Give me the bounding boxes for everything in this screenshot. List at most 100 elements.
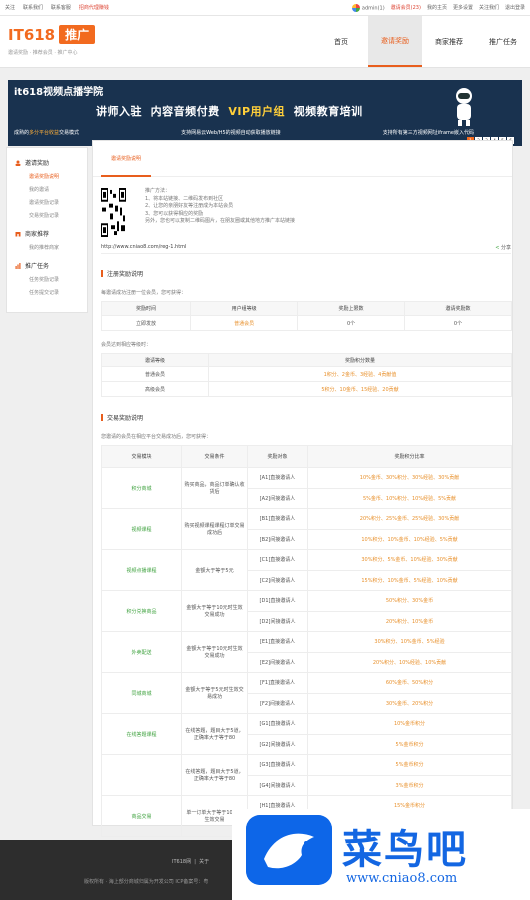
bird-logo-icon [246,815,332,885]
reward-target: [E2]间接邀请人 [247,651,308,673]
reward-target: [B2]间接邀请人 [247,528,308,550]
table-row: 高级会员 5积分、10金币、15经验、20贡献 [101,381,512,397]
table-cell: 普通会员 [190,315,299,331]
table-row: 视频课程 购买视频课程课程订单交易成功后 [B1]直接邀请人 20%积分、25%金币、… [101,508,512,550]
promo-banner[interactable]: it618视频点播学院 讲师入驻 内容音频付费 VIP用户组 视频教育培训 成熟… [8,80,522,146]
trade-module: 积分商城 [101,467,182,509]
intro-line: 另外，您也可以复制二维码图片，在朋友圈或其他地方推广本站链接 [145,218,296,224]
table-row: 视频点播课程 金额大于等于5元 [C1]直接邀请人 30%积分、5%金币、10%经验、… [101,549,512,591]
banner-slogan-3: VIP用户组 [228,105,286,118]
sidebar-item-task-submits[interactable]: 任务提交记录 [7,289,87,296]
main-panel: 邀请奖励说明 推广方法： 1、将本站链接、二维码发布到社区 2、让您的亲朋好友等… [92,140,513,837]
trade-condition: 购买视频课程课程订单交易成功后 [181,508,248,550]
table-header: 奖励上限数 [297,301,406,316]
user-menu[interactable]: admin(1) [351,3,385,12]
table-cell: 0个 [404,315,512,331]
top-link-agent[interactable]: 招商代理赚钱 [79,5,109,11]
banner-feature-2: 支持网易云Web/H5的视频自动获取播放链接 [181,130,281,136]
trade-reward-table: 交易模块 交易条件 奖励对象 奖励积分比率 积分商城 购买商品，商品订单确认收货后 [A1… [101,445,512,837]
nav-tasks[interactable]: 推广任务 [476,16,530,67]
share-button[interactable]: < 分享 [495,244,511,253]
top-link-service[interactable]: 联系客服 [51,5,71,11]
nav-home[interactable]: 首页 [314,16,368,67]
reward-rate: 60%金币、50%积分 [307,672,512,694]
share-label: 分享 [500,245,511,251]
section-desc: 您邀请的会员在相应平台交易成功后，您可获得： [101,434,212,440]
reward-rate: 10%金币、30%积分、30%经验、30%贡献 [307,467,512,489]
section-marker [101,414,103,421]
trade-module: 视频课程 [101,508,182,550]
top-link-home[interactable]: 我的主页 [427,4,447,11]
sidebar-group-invite: 邀请奖励 [7,158,87,167]
top-link-settings[interactable]: 更多设置 [453,4,473,11]
table-header: 邀请奖励数 [404,301,512,316]
banner-feature-1: 成熟的多分平台收益交易模式 [14,129,79,136]
logo[interactable]: IT618 推广 邀请奖励 · 推荐会员 · 推广中心 [0,16,96,67]
trade-condition: 购买商品，商品订单确认收货后 [181,467,248,509]
top-link-invite[interactable]: 邀请会员(23) [391,4,421,11]
invite-link[interactable]: http://www.cniao8.com/reg-1.html [101,244,186,253]
reward-target: [D2]间接邀请人 [247,610,308,632]
share-icon: < [495,245,500,251]
trade-module [101,754,182,796]
top-left-links: 关注 联系我们 联系客服 招商代理赚钱 [5,4,115,11]
table-header: 奖励积分数量 [208,353,512,367]
table-header: 奖励时间 [100,301,192,316]
trade-module: 积分兑换商品 [101,590,182,632]
table-cell: 0个 [297,315,406,331]
table-row: 在线答题课程 在线答题，题目大于5道，正确率大于等于80 [G1]直接邀请人 10%金… [101,713,512,755]
sidebar: 邀请奖励 邀请奖励说明 我的邀请 邀请奖励记录 交易奖励记录 商家推荐 我的推荐… [6,147,88,313]
nav-invite[interactable]: 邀请奖励 [368,16,422,67]
reward-rate: 50%积分、30%金币 [307,590,512,612]
sidebar-item-invite-desc[interactable]: 邀请奖励说明 [7,173,87,180]
trade-condition: 金额大于等于10元时生效交易成功 [181,631,248,673]
top-link-follow-us[interactable]: 关注我们 [479,4,499,11]
intro-line: 3、您可以获得相应的奖励 [145,210,204,217]
section-title-text: 注册奖励说明 [107,271,144,278]
sidebar-item-my-invites[interactable]: 我的邀请 [7,186,87,193]
sidebar-group-label: 邀请奖励 [25,160,50,167]
reward-rate: 10%金币积分 [307,713,512,735]
sidebar-item-trade-records[interactable]: 交易奖励记录 [7,212,87,219]
section-desc: 会员达到相应等级时： [101,342,152,348]
table-header-row: 交易模块 交易条件 奖励对象 奖励积分比率 [101,445,512,468]
section-marker [101,270,103,277]
reward-rate: 20%积分、10%经验、10%贡献 [307,651,512,673]
register-reward-table: 奖励时间 用户组等级 奖励上限数 邀请奖励数 立即发放 普通会员 0个 0个 [100,301,512,331]
nav-merchant[interactable]: 商家推荐 [422,16,476,67]
tab-invite-desc[interactable]: 邀请奖励说明 [101,141,151,177]
footer-link-site[interactable]: IT618网 [172,859,191,865]
reward-rate: 30%积分、10%金币、5%经验 [307,631,512,653]
sidebar-item-task-rewards[interactable]: 任务奖励记录 [7,276,87,283]
astronaut-icon [456,88,472,126]
footer-links: IT618网 | 关于 [172,859,210,865]
top-link-follow[interactable]: 关注 [5,5,15,11]
table-cell: 1积分、2金币、3经验、4贡献值 [208,366,512,382]
section-desc: 每邀请成功注册一位会员，您可获得： [101,290,187,296]
table-header: 奖励积分比率 [307,445,512,468]
top-link-contact[interactable]: 联系我们 [23,5,43,11]
reward-rate: 20%积分、10%金币 [307,610,512,632]
invite-link-row: http://www.cniao8.com/reg-1.html < 分享 [101,244,511,254]
watermark-text: 菜鸟吧 [342,826,468,873]
top-link-logout[interactable]: 退出登录 [505,4,525,11]
top-bar: 关注 联系我们 联系客服 招商代理赚钱 admin(1) 邀请会员(23) 我的… [0,0,530,16]
logo-badge: 推广 [59,25,96,44]
reward-rate: 5%金币、10%积分、10%经验、5%贡献 [307,487,512,509]
footer-link-about[interactable]: 关于 [199,859,209,865]
footer-copyright: 版权所有 · 海上部分商城归属为开发公司 ICP备案号：粤 [84,879,209,885]
trade-module: 在线答题课程 [101,713,182,755]
trade-module: 同城商城 [101,672,182,714]
sidebar-group-tasks: 推广任务 [7,261,87,270]
table-cell: 立即发放 [100,315,192,331]
table-header-row: 邀请等级 奖励积分数量 [101,353,512,367]
sidebar-item-my-merchants[interactable]: 我的推荐商家 [7,244,87,251]
reward-rate: 30%积分、5%金币、10%经验、30%贡献 [307,549,512,571]
user-name: admin(1) [361,5,385,11]
shop-icon [15,231,21,236]
logo-text: IT618 [8,25,56,44]
reward-target: [G1]直接邀请人 [247,713,308,735]
sidebar-item-invite-records[interactable]: 邀请奖励记录 [7,199,87,206]
table-row: 同城商城 金额大于等于5元时生效交易成功 [F1]直接邀请人 60%金币、50%积分 [101,672,512,714]
reward-target: [G2]间接邀请人 [247,733,308,755]
